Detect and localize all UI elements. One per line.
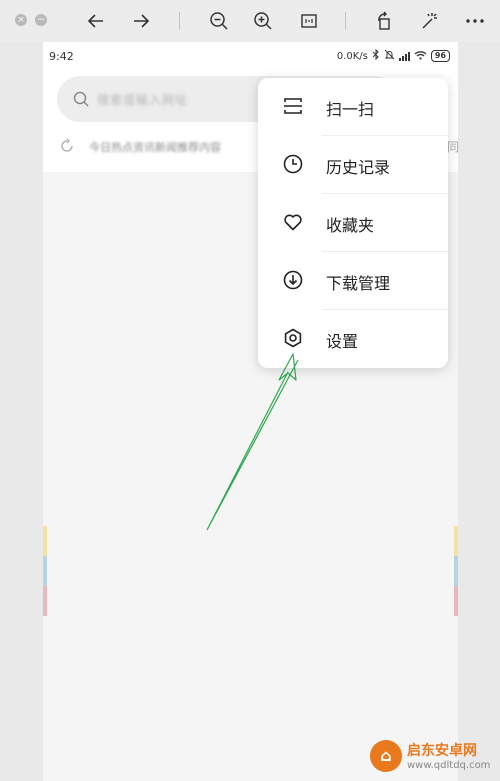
watermark-url: www.qdltdq.com	[407, 760, 491, 771]
watermark-logo-icon: ⌂	[370, 740, 402, 772]
site-watermark: ⌂ 启东安卓网 www.qdltdq.com	[370, 738, 500, 778]
annotation-arrow	[206, 353, 299, 531]
watermark-title: 启东安卓网	[407, 743, 477, 759]
